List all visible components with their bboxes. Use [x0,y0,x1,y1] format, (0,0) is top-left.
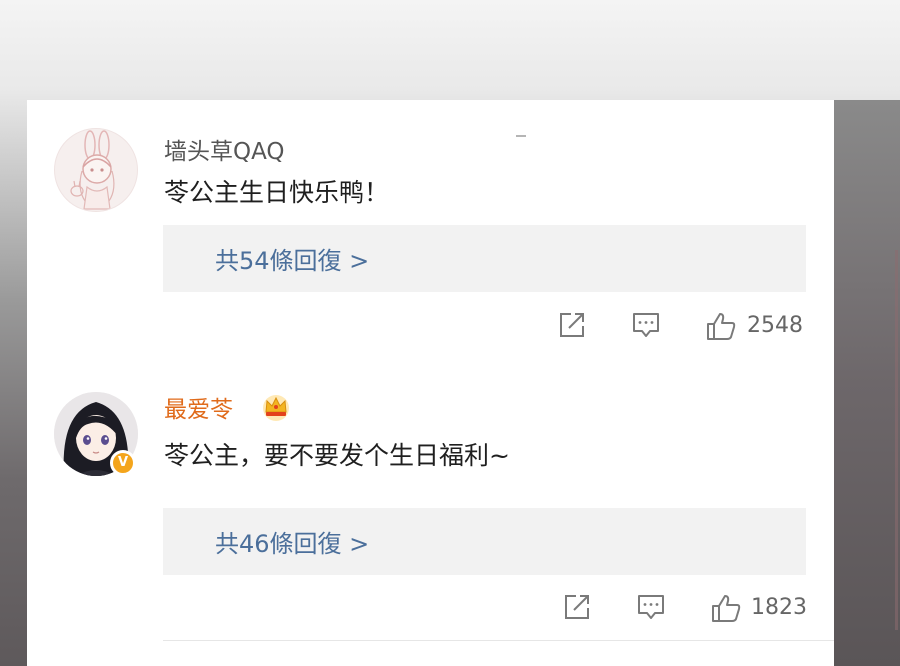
crown-icon [263,395,289,421]
view-replies-link[interactable]: 共46條回復 > [215,524,369,559]
comments-panel: 墙头草QAQ 苓公主生日快乐鸭！ 共54條回復 > 2548 V 最爱苓 苓公主… [27,100,834,666]
like-count: 1823 [751,595,807,620]
share-icon[interactable] [557,310,587,340]
comment-username[interactable]: 墙头草QAQ [164,132,285,166]
comment-icon[interactable] [631,310,661,340]
thumbs-up-icon[interactable] [705,310,737,342]
comment-text: 苓公主，要不要发个生日福利~ [164,441,510,470]
comment-username[interactable]: 最爱苓 [164,390,233,424]
verified-badge: V [110,450,136,476]
comment-actions: 2548 [27,306,834,346]
background-right-strip [834,100,900,666]
replies-box[interactable]: 共54條回復 > [163,225,806,292]
thumbs-up-icon[interactable] [710,592,742,624]
comment-text: 苓公主生日快乐鸭！ [164,178,390,207]
view-replies-link[interactable]: 共54條回復 > [215,241,369,276]
share-icon[interactable] [562,592,592,622]
bunny-girl-avatar-illustration [70,130,115,210]
comment-actions: 1823 [27,588,834,628]
replies-box[interactable]: 共46條回復 > [163,508,806,575]
decorative-dash [516,135,526,137]
like-count: 2548 [747,313,803,338]
avatar[interactable] [54,128,138,212]
divider [163,640,834,641]
comment-icon[interactable] [636,592,666,622]
